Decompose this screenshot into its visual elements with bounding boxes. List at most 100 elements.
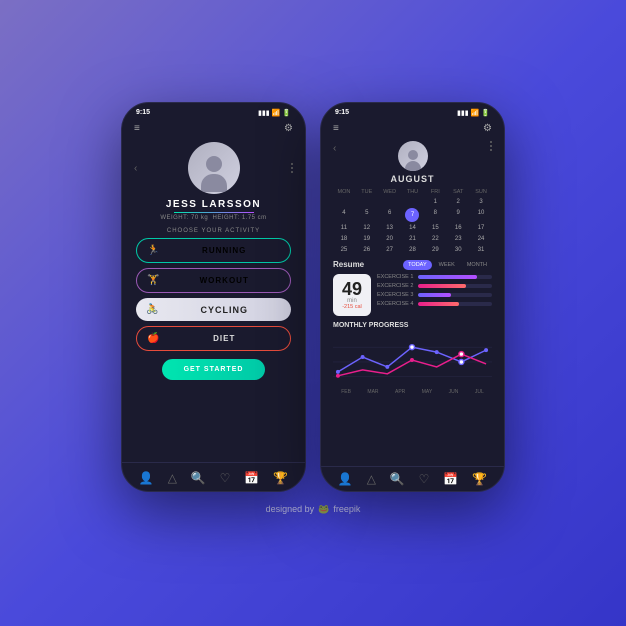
tab-month[interactable]: MONTH [462,260,492,270]
footer-text: designed by [266,504,315,514]
exercise-label-2: EXCERCISE 2 [377,283,415,289]
chart-label-jun: JUN [449,389,459,395]
exercise-label-3: EXCERCISE 3 [377,292,415,298]
tab-today[interactable]: TODAY [403,260,431,270]
status-time-2: 9:15 [335,109,349,116]
resume-tabs: TODAY WEEK MONTH [403,260,492,270]
battery-icon: 🔋 [282,109,291,117]
resume-title: Resume [333,260,364,269]
exercise-row-3: EXCERCISE 3 [377,292,492,298]
chart-area [333,332,492,387]
freepik-logo: 🐸 [318,504,329,515]
avatar-head-2 [408,150,418,160]
status-icons-1: ▮▮▮ 📶 🔋 [258,109,291,117]
diet-button[interactable]: 🍎 DIET [136,326,291,351]
get-started-wrap: GET STARTED [122,359,305,380]
nav-trophy-icon[interactable]: 🏆 [273,471,288,485]
cycling-icon: 🚴 [146,304,159,315]
choose-activity-label: CHOOSE YOUR ACTIVITY [122,228,305,234]
chart-labels: FEB MAR APR MAY JUN JUL [333,387,492,397]
phone2-inner: 9:15 ▮▮▮ 📶 🔋 ≡ ⚙ [321,103,504,491]
phone-stats: 9:15 ▮▮▮ 📶 🔋 ≡ ⚙ [320,102,505,492]
chart-label-may: MAY [422,389,432,395]
wifi-icon-2: 📶 [471,109,480,117]
status-icons-2: ▮▮▮ 📶 🔋 [457,109,490,117]
nav-calendar-icon[interactable]: 📅 [244,471,259,485]
phone-profile: 9:15 ▮▮▮ 📶 🔋 ≡ ⚙ ‹ [121,102,306,492]
avatar-2 [398,141,428,171]
bar-track-4 [418,302,492,306]
wifi-icon: 📶 [272,109,281,117]
nav-heart-icon[interactable]: ♡ [220,471,231,485]
bar-fill-1 [418,275,477,279]
user-underline [174,212,254,214]
avatar-body [201,174,227,192]
time-box: 49 min -215 cal [333,274,371,316]
resume-header: Resume TODAY WEEK MONTH [333,260,492,270]
signal-icon: ▮▮▮ [258,109,270,117]
today-indicator[interactable]: 7 [405,208,419,222]
bar-fill-2 [418,284,466,288]
time-calories: -215 cal [341,304,363,310]
battery-icon-2: 🔋 [481,109,490,117]
month-title: AUGUST [333,174,492,184]
back-arrow[interactable]: ‹ [134,163,137,174]
monthly-section: MONTHLY PROGRESS [321,319,504,400]
user-stats: WEIGHT: 70 kg HEIGHT: 1.75 cm [160,215,266,221]
nav-activity-icon-2[interactable]: △ [367,472,376,486]
nav-search-icon[interactable]: 🔍 [191,471,206,485]
nav-activity-icon[interactable]: △ [168,471,177,485]
status-time-1: 9:15 [136,109,150,116]
workout-icon: 🏋 [147,275,160,286]
nav-calendar-icon-2[interactable]: 📅 [443,472,458,486]
avatar-person [198,156,230,194]
workout-label: WORKOUT [168,276,280,285]
cycling-label: CYCLING [167,305,281,315]
status-bar-1: 9:15 ▮▮▮ 📶 🔋 [122,103,305,119]
exercise-row-1: EXCERCISE 1 [377,274,492,280]
workout-button[interactable]: 🏋 WORKOUT [136,268,291,293]
activity-buttons: 🏃 RUNNING 🏋 WORKOUT 🚴 CYCLING 🍎 DIET [122,238,305,351]
gear-icon-2[interactable]: ⚙ [483,123,492,134]
freepik-brand: freepik [333,504,360,514]
tab-week[interactable]: WEEK [434,260,460,270]
nav-search-icon-2[interactable]: 🔍 [390,472,405,486]
signal-icon-2: ▮▮▮ [457,109,469,117]
nav-heart-icon-2[interactable]: ♡ [419,472,430,486]
avatar-section: JESS LARSSON WEIGHT: 70 kg HEIGHT: 1.75 … [122,138,305,224]
nav-home-icon-2[interactable]: 👤 [338,472,353,486]
back-arrow-2[interactable]: ‹ [333,143,336,154]
footer: designed by 🐸 freepik [266,504,361,515]
running-button[interactable]: 🏃 RUNNING [136,238,291,263]
nav-home-icon[interactable]: 👤 [139,471,154,485]
phone1-nav: 👤 △ 🔍 ♡ 📅 🏆 [122,462,305,491]
cycling-button[interactable]: 🚴 CYCLING [136,298,291,321]
bar-track-3 [418,293,492,297]
bar-fill-3 [418,293,451,297]
chart-label-feb: FEB [341,389,351,395]
resume-section: Resume TODAY WEEK MONTH 49 min -215 cal [321,255,504,319]
phone2-nav: 👤 △ 🔍 ♡ 📅 🏆 [321,466,504,491]
user-name: JESS LARSSON [166,199,261,210]
exercise-label-4: EXCERCISE 4 [377,301,415,307]
gear-icon[interactable]: ⚙ [284,123,293,134]
diet-label: DIET [168,334,280,343]
get-started-button[interactable]: GET STARTED [162,359,266,380]
running-icon: 🏃 [147,245,160,256]
avatar [188,142,240,194]
hamburger-icon[interactable]: ≡ [134,123,140,134]
bar-track-1 [418,275,492,279]
exercise-label-1: EXCERCISE 1 [377,274,415,280]
nav-trophy-icon-2[interactable]: 🏆 [472,472,487,486]
bar-fill-4 [418,302,459,306]
monthly-title: MONTHLY PROGRESS [333,322,492,329]
chart-label-jul: JUL [475,389,484,395]
dots-menu-2[interactable] [490,141,492,151]
calendar-section: AUGUST MON TUE WED THU FRI SAT SUN 1 2 [321,174,504,255]
phone1-inner: 9:15 ▮▮▮ 📶 🔋 ≡ ⚙ ‹ [122,103,305,491]
chart-label-mar: MAR [367,389,378,395]
dots-menu[interactable] [291,163,293,173]
resume-content: 49 min -215 cal EXCERCISE 1 EXCERCISE 2 [333,274,492,316]
hamburger-icon-2[interactable]: ≡ [333,123,339,134]
chart-svg [333,332,492,387]
